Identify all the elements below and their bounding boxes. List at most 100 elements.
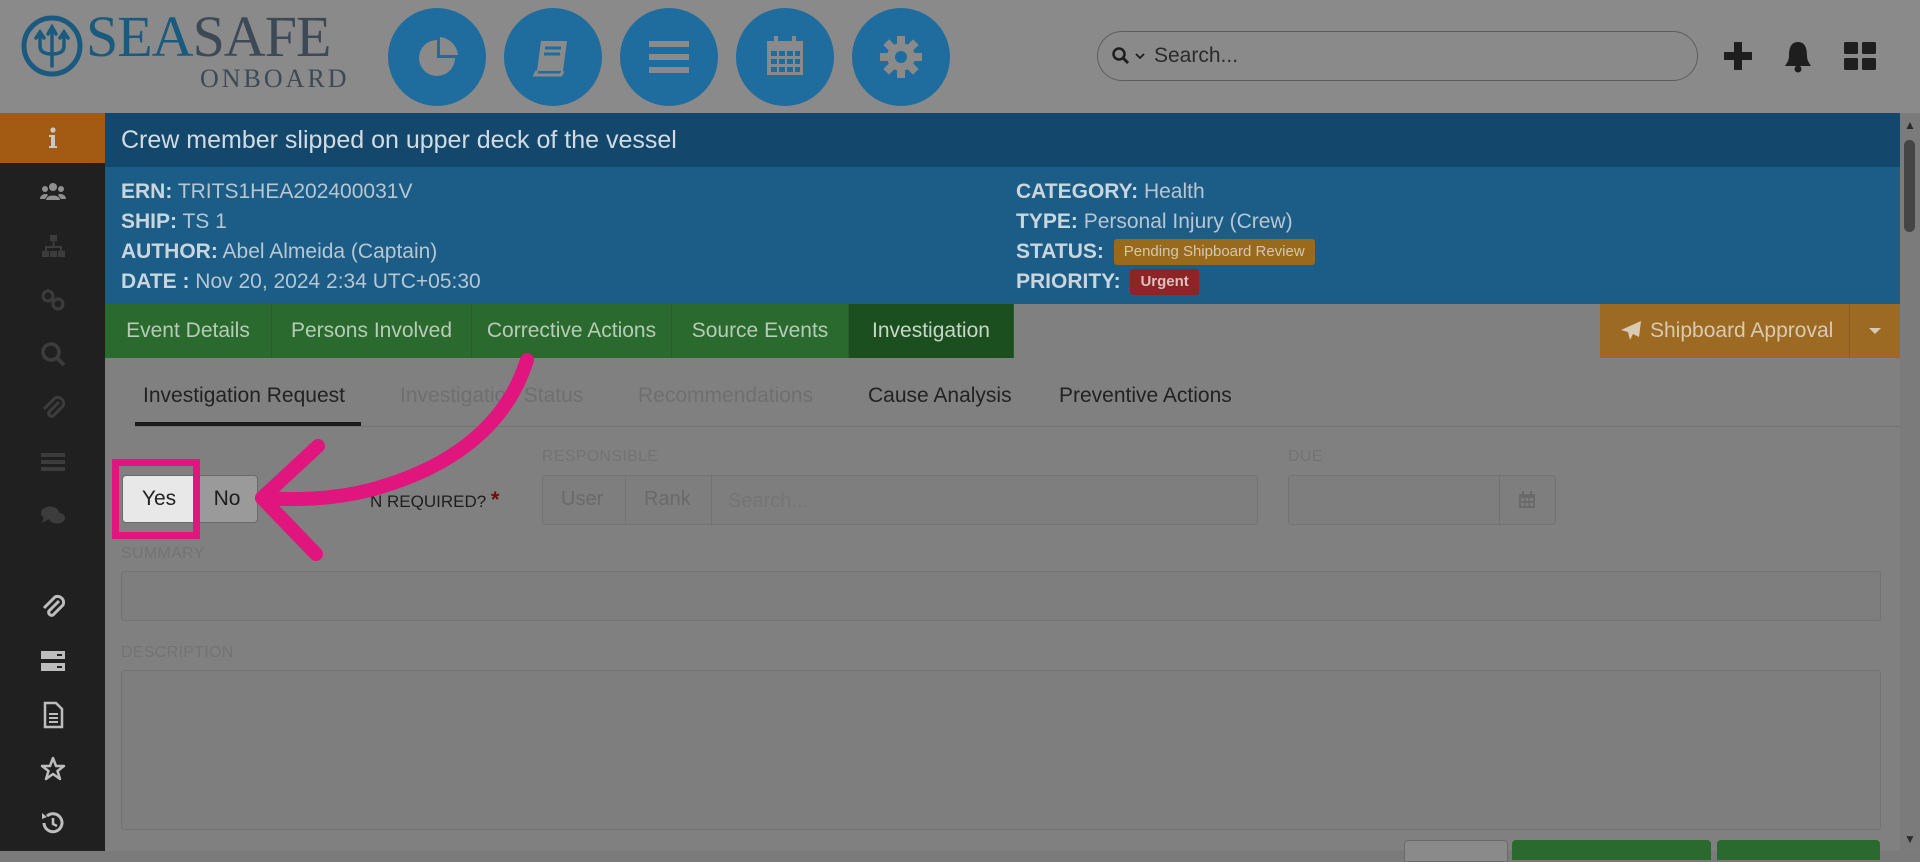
search-icon <box>40 342 65 367</box>
subtab-investigation-request[interactable]: Investigation Request <box>143 384 345 408</box>
date-row: DATE : Nov 20, 2024 2:34 UTC+05:30 <box>121 270 481 293</box>
due-label: DUE <box>1288 448 1323 465</box>
subtab-cause-analysis[interactable]: Cause Analysis <box>868 384 1012 408</box>
paperclip-icon <box>42 594 65 617</box>
search-icon[interactable] <box>1112 47 1146 65</box>
description-textarea[interactable] <box>121 670 1881 830</box>
responsible-label: RESPONSIBLE <box>542 448 659 465</box>
shipboard-approval-label: Shipboard Approval <box>1650 319 1834 342</box>
sidebar-item-org[interactable] <box>0 221 105 271</box>
sidebar-item-info[interactable] <box>0 113 105 163</box>
shipboard-approval-button[interactable]: Shipboard Approval <box>1600 304 1900 358</box>
sidebar-item-server[interactable] <box>0 636 105 686</box>
author-row: AUTHOR: Abel Almeida (Captain) <box>121 240 438 263</box>
menu-bars-icon <box>649 41 689 73</box>
investigation-required-label: N REQUIRED? * <box>370 487 500 512</box>
bell-icon[interactable] <box>1780 38 1816 74</box>
search-input[interactable] <box>1152 43 1656 69</box>
list-icon <box>40 453 65 471</box>
sidebar-item-attachments[interactable] <box>0 383 105 433</box>
bottom-button-submit[interactable] <box>1717 840 1880 860</box>
status-badge: Pending Shipboard Review <box>1113 239 1315 266</box>
field-divider <box>625 476 626 524</box>
type-row: TYPE: Personal Injury (Crew) <box>1016 210 1293 233</box>
plus-icon[interactable] <box>1720 38 1756 74</box>
ern-row: ERN: TRITS1HEA202400031V <box>121 180 413 203</box>
users-icon <box>39 183 66 200</box>
responsible-rank-toggle[interactable]: Rank <box>644 488 691 511</box>
description-label: DESCRIPTION <box>121 644 234 661</box>
chevron-down-icon <box>1135 53 1145 60</box>
summary-label: SUMMARY <box>121 545 205 562</box>
investigation-required-yes-button[interactable]: Yes <box>122 475 196 523</box>
calendar-icon[interactable] <box>1517 490 1537 510</box>
grid-icon[interactable] <box>1842 38 1878 74</box>
settings-nav-button[interactable] <box>852 8 950 106</box>
required-marker: * <box>490 487 500 512</box>
server-icon <box>40 651 65 671</box>
logbook-nav-button[interactable] <box>504 8 602 106</box>
dashboard-nav-button[interactable] <box>388 8 486 106</box>
type-value: Personal Injury (Crew) <box>1083 210 1293 233</box>
event-summary-panel: ERN: TRITS1HEA202400031V SHIP: TS 1 AUTH… <box>105 167 1900 304</box>
tab-persons-involved[interactable]: Persons Involved <box>272 304 472 358</box>
pie-chart-icon <box>419 37 458 76</box>
sidebar-item-comments[interactable] <box>0 491 105 541</box>
sidebar-item-search[interactable] <box>0 329 105 379</box>
ship-value: TS 1 <box>182 210 227 233</box>
approval-dropdown-toggle[interactable] <box>1848 304 1900 358</box>
summary-input[interactable] <box>121 571 1881 621</box>
document-icon <box>43 701 63 729</box>
subtab-divider <box>135 426 1905 427</box>
sidebar-item-records[interactable] <box>0 437 105 487</box>
tab-investigation[interactable]: Investigation <box>849 304 1014 358</box>
author-value: Abel Almeida (Captain) <box>222 240 438 263</box>
left-sidebar <box>0 113 105 851</box>
global-search[interactable] <box>1097 31 1698 81</box>
subtab-recommendations[interactable]: Recommendations <box>638 384 813 408</box>
investigation-required-no-button[interactable]: No <box>196 475 258 523</box>
tab-corrective-actions[interactable]: Corrective Actions <box>472 304 672 358</box>
gear-icon <box>880 36 922 78</box>
sidebar-item-attachments-2[interactable] <box>0 582 105 632</box>
scroll-up-arrow[interactable]: ▲ <box>1904 118 1916 132</box>
bottom-button-save[interactable] <box>1512 840 1711 860</box>
menu-nav-button[interactable] <box>620 8 718 106</box>
top-header: SEASAFE ONBOARD <box>0 0 1920 113</box>
bottom-button-cancel[interactable] <box>1404 840 1508 862</box>
status-row: STATUS: Pending Shipboard Review <box>1016 237 1315 267</box>
caret-down-icon <box>1868 328 1881 334</box>
tab-source-events[interactable]: Source Events <box>672 304 849 358</box>
book-icon <box>532 41 567 77</box>
field-divider <box>1499 476 1500 524</box>
sidebar-item-history[interactable] <box>0 798 105 848</box>
calendar-icon <box>767 36 803 75</box>
responsible-user-toggle[interactable]: User <box>561 488 603 511</box>
priority-badge: Urgent <box>1130 269 1199 296</box>
subtab-investigation-status[interactable]: Investigation Status <box>400 384 583 408</box>
paper-plane-icon <box>1621 321 1641 340</box>
star-icon <box>40 756 65 781</box>
history-icon <box>41 812 63 834</box>
category-row: CATEGORY: Health <box>1016 180 1205 203</box>
scrollbar-thumb[interactable] <box>1904 140 1915 232</box>
comments-icon <box>40 506 65 524</box>
sidebar-item-links[interactable] <box>0 275 105 325</box>
sidebar-item-persons[interactable] <box>0 167 105 217</box>
sidebar-item-documents[interactable] <box>0 690 105 740</box>
field-divider <box>711 476 712 524</box>
priority-row: PRIORITY: Urgent <box>1016 267 1199 297</box>
event-title: Crew member slipped on upper deck of the… <box>105 113 1900 167</box>
sidebar-item-favorites[interactable] <box>0 744 105 794</box>
seasafe-logo[interactable]: SEASAFE ONBOARD <box>20 8 350 93</box>
due-date-field[interactable] <box>1288 475 1556 525</box>
ship-row: SHIP: TS 1 <box>121 210 227 233</box>
active-subtab-indicator <box>135 422 361 426</box>
calendar-nav-button[interactable] <box>736 8 834 106</box>
scroll-down-arrow[interactable]: ▼ <box>1904 832 1916 846</box>
tab-event-details[interactable]: Event Details <box>105 304 272 358</box>
logo-subtitle: ONBOARD <box>200 64 350 93</box>
responsible-search-input[interactable] <box>726 486 1250 516</box>
link-icon <box>41 289 64 311</box>
subtab-preventive-actions[interactable]: Preventive Actions <box>1059 384 1232 408</box>
